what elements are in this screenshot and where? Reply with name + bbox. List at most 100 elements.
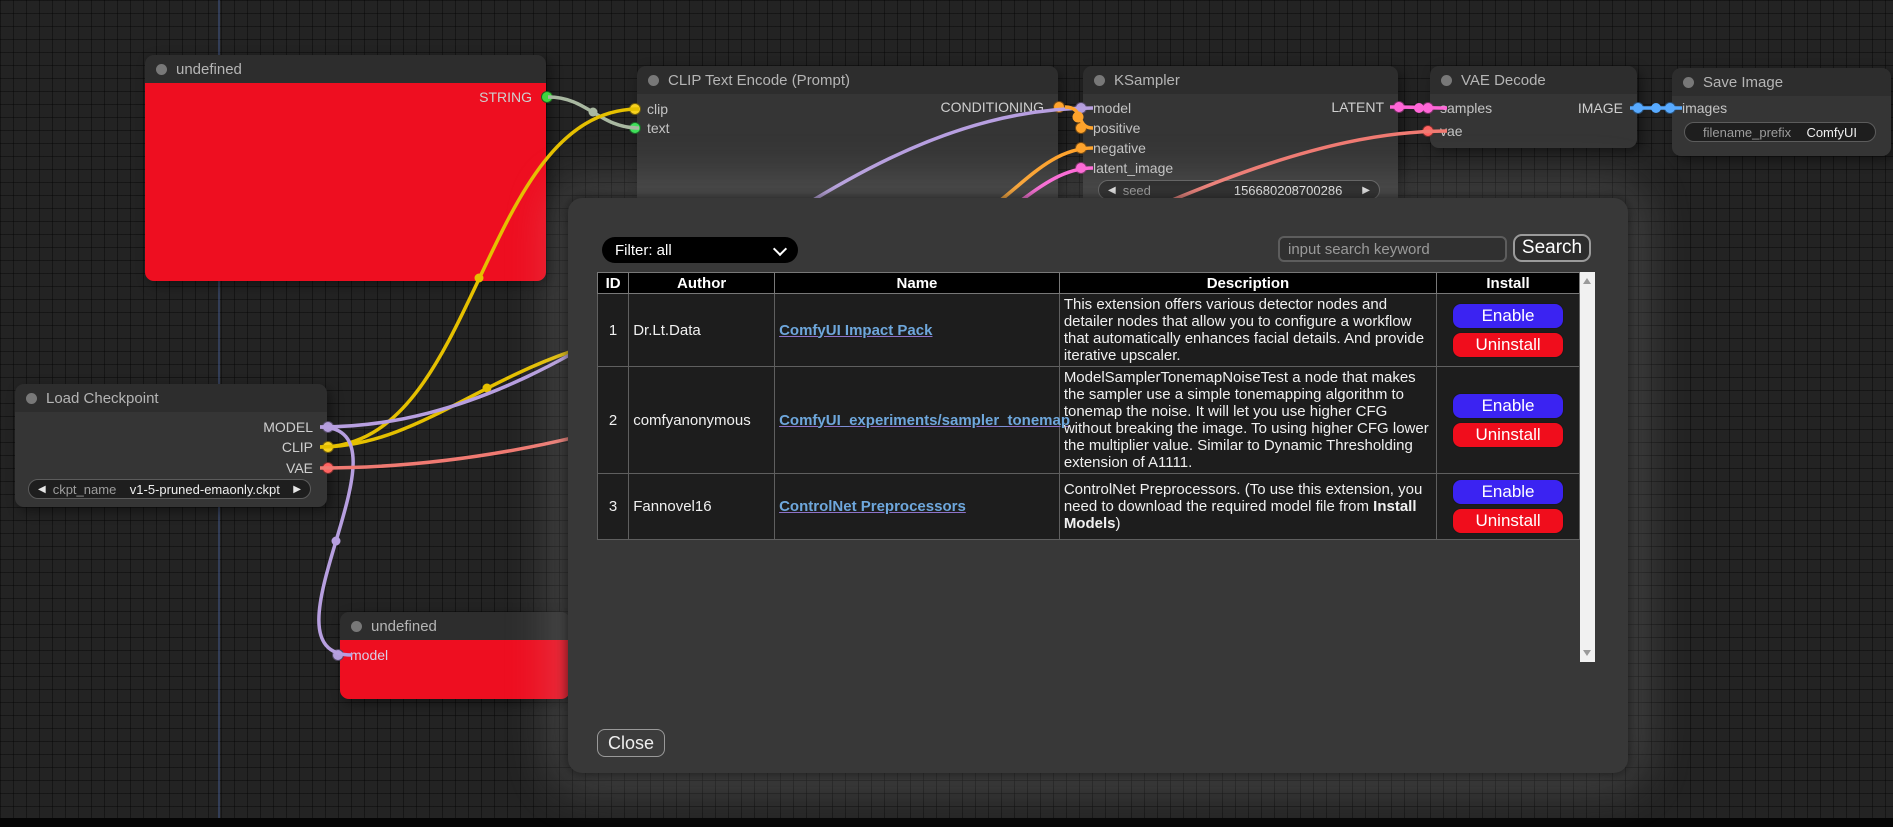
port-dot-latent[interactable] bbox=[1393, 101, 1405, 113]
node-title: undefined bbox=[371, 618, 437, 635]
port-dot-conditioning[interactable] bbox=[1075, 142, 1087, 154]
canvas-bottom-edge bbox=[0, 818, 1893, 827]
cell-name: ComfyUI_experiments/sampler_tonemap bbox=[775, 367, 1060, 474]
wire-dot bbox=[589, 108, 598, 117]
output-clip: CLIP bbox=[282, 439, 313, 455]
table-scrollbar[interactable] bbox=[1580, 272, 1595, 662]
column-header-description: Description bbox=[1059, 273, 1436, 294]
node-clip-text-encode[interactable]: CLIP Text Encode (Prompt) clip text COND… bbox=[637, 66, 1058, 216]
search-button[interactable]: Search bbox=[1513, 234, 1591, 262]
port-dot-model[interactable] bbox=[332, 649, 344, 661]
wire-dot bbox=[1651, 103, 1661, 113]
input-clip: clip bbox=[647, 101, 668, 117]
node-title: KSampler bbox=[1114, 72, 1180, 89]
widget-decrement-icon[interactable]: ◀ bbox=[38, 484, 46, 495]
input-samples: samples bbox=[1440, 100, 1492, 116]
extension-link[interactable]: ControlNet Preprocessors bbox=[779, 498, 966, 515]
node-title: Load Checkpoint bbox=[46, 390, 159, 407]
node-save-image[interactable]: Save Image images filename_prefix ComfyU… bbox=[1672, 68, 1891, 156]
filter-select[interactable]: Filter: all bbox=[602, 237, 798, 263]
search-input[interactable] bbox=[1278, 236, 1507, 262]
widget-increment-icon[interactable]: ▶ bbox=[293, 484, 301, 495]
port-dot-string[interactable] bbox=[541, 91, 553, 103]
column-header-author: Author bbox=[629, 273, 775, 294]
port-dot-latent[interactable] bbox=[1422, 102, 1434, 114]
port-dot-model[interactable] bbox=[1075, 102, 1087, 114]
extension-table: IDAuthorNameDescriptionInstall 1Dr.Lt.Da… bbox=[597, 272, 1580, 540]
scroll-down-icon[interactable] bbox=[1583, 650, 1591, 656]
uninstall-button[interactable]: Uninstall bbox=[1452, 508, 1564, 534]
enable-button[interactable]: Enable bbox=[1452, 479, 1564, 505]
node-undefined-bottom[interactable]: undefined model bbox=[340, 612, 570, 699]
cell-install: Enable Uninstall bbox=[1437, 367, 1580, 474]
node-load-checkpoint[interactable]: Load Checkpoint MODEL CLIP VAE ◀ ckpt_na… bbox=[15, 384, 327, 507]
node-vae-decode[interactable]: VAE Decode samples vae IMAGE bbox=[1430, 66, 1637, 148]
port-dot-conditioning[interactable] bbox=[1075, 122, 1087, 134]
port-dot-clip[interactable] bbox=[322, 441, 334, 453]
node-collapse-dot-icon[interactable] bbox=[26, 393, 37, 404]
node-collapse-dot-icon[interactable] bbox=[156, 64, 167, 75]
node-ksampler[interactable]: KSampler model positive negative latent_… bbox=[1083, 66, 1398, 208]
description-text: ) bbox=[1116, 515, 1121, 532]
node-undefined-top[interactable]: undefined STRING bbox=[145, 55, 546, 281]
node-title: VAE Decode bbox=[1461, 72, 1546, 89]
input-positive: positive bbox=[1093, 120, 1140, 136]
cell-author: Dr.Lt.Data bbox=[629, 294, 775, 367]
extension-row: 2comfyanonymousComfyUI_experiments/sampl… bbox=[598, 367, 1580, 474]
input-images: images bbox=[1682, 100, 1727, 116]
node-title-bar[interactable]: CLIP Text Encode (Prompt) bbox=[637, 66, 1058, 94]
filename-prefix-widget[interactable]: filename_prefix ComfyUI bbox=[1684, 122, 1876, 142]
port-dot-text[interactable] bbox=[629, 122, 641, 134]
node-collapse-dot-icon[interactable] bbox=[648, 75, 659, 86]
enable-button[interactable]: Enable bbox=[1452, 393, 1564, 419]
uninstall-button[interactable]: Uninstall bbox=[1452, 332, 1564, 358]
node-collapse-dot-icon[interactable] bbox=[351, 621, 362, 632]
input-latent-image: latent_image bbox=[1093, 160, 1173, 176]
node-body-error: model bbox=[340, 640, 570, 699]
cell-description: ModelSamplerTonemapNoiseTest a node that… bbox=[1059, 367, 1436, 474]
node-title-bar[interactable]: undefined bbox=[145, 55, 546, 83]
port-dot-model[interactable] bbox=[322, 421, 334, 433]
output-image: IMAGE bbox=[1578, 100, 1623, 116]
node-collapse-dot-icon[interactable] bbox=[1683, 77, 1694, 88]
widget-increment-icon[interactable]: ▶ bbox=[1362, 185, 1370, 196]
node-title-bar[interactable]: Save Image bbox=[1672, 68, 1891, 96]
port-dot-conditioning[interactable] bbox=[1053, 101, 1065, 113]
node-title-bar[interactable]: undefined bbox=[340, 612, 570, 640]
cell-description: ControlNet Preprocessors. (To use this e… bbox=[1059, 474, 1436, 540]
cell-install: Enable Uninstall bbox=[1437, 294, 1580, 367]
node-title: Save Image bbox=[1703, 74, 1783, 91]
cell-id: 1 bbox=[598, 294, 629, 367]
wire-dot bbox=[332, 537, 341, 546]
port-dot-image[interactable] bbox=[1632, 102, 1644, 114]
extension-row: 3Fannovel16ControlNet PreprocessorsContr… bbox=[598, 474, 1580, 540]
node-collapse-dot-icon[interactable] bbox=[1094, 75, 1105, 86]
uninstall-button[interactable]: Uninstall bbox=[1452, 422, 1564, 448]
cell-description: This extension offers various detector n… bbox=[1059, 294, 1436, 367]
node-title-bar[interactable]: Load Checkpoint bbox=[15, 384, 327, 412]
input-negative: negative bbox=[1093, 140, 1146, 156]
node-collapse-dot-icon[interactable] bbox=[1441, 75, 1452, 86]
extension-manager-dialog: Filter: all Search IDAuthorNameDescripti… bbox=[568, 198, 1628, 773]
port-dot-clip[interactable] bbox=[629, 103, 641, 115]
output-vae: VAE bbox=[286, 460, 313, 476]
input-model: model bbox=[1093, 100, 1131, 116]
close-button[interactable]: Close bbox=[597, 729, 665, 757]
output-model: MODEL bbox=[263, 419, 313, 435]
port-dot-vae[interactable] bbox=[1422, 125, 1434, 137]
node-body: images filename_prefix ComfyUI bbox=[1672, 96, 1891, 156]
scroll-up-icon[interactable] bbox=[1583, 278, 1591, 284]
port-dot-vae[interactable] bbox=[322, 462, 334, 474]
extension-link[interactable]: ComfyUI Impact Pack bbox=[779, 322, 932, 339]
ckpt-name-widget[interactable]: ◀ ckpt_name v1-5-pruned-emaonly.ckpt ▶ bbox=[28, 479, 311, 499]
node-title: undefined bbox=[176, 61, 242, 78]
extension-link[interactable]: ComfyUI_experiments/sampler_tonemap bbox=[779, 412, 1070, 429]
seed-widget[interactable]: ◀ seed 156680208700286 ▶ bbox=[1098, 180, 1380, 200]
node-title-bar[interactable]: VAE Decode bbox=[1430, 66, 1637, 94]
enable-button[interactable]: Enable bbox=[1452, 303, 1564, 329]
port-dot-image[interactable] bbox=[1664, 102, 1676, 114]
node-title-bar[interactable]: KSampler bbox=[1083, 66, 1398, 94]
widget-decrement-icon[interactable]: ◀ bbox=[1108, 185, 1116, 196]
port-dot-latent[interactable] bbox=[1075, 162, 1087, 174]
description-text: ModelSamplerTonemapNoiseTest a node that… bbox=[1064, 369, 1429, 471]
